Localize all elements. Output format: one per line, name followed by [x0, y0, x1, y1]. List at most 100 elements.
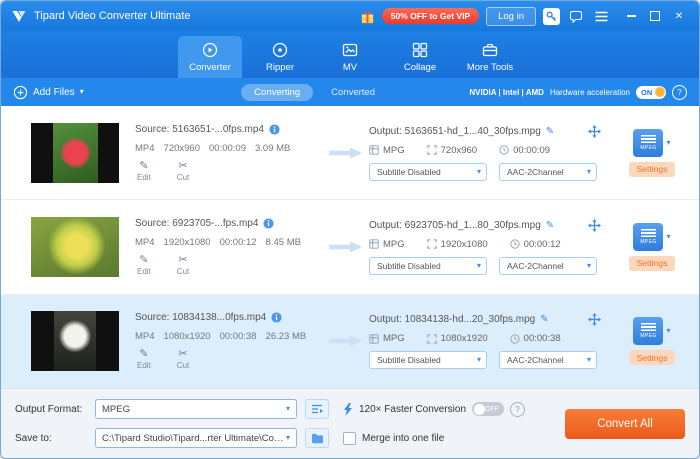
subtitle-dropdown[interactable]: Subtitle Disabled ▾ — [369, 256, 487, 275]
output-column: Output: 6923705-hd_1...80_30fps.mpg ✎ MP… — [369, 218, 609, 275]
add-files-button[interactable]: Add Files ▾ — [13, 85, 84, 100]
cut-button[interactable]: ✂ Cut — [177, 349, 189, 371]
convert-all-button[interactable]: Convert All — [565, 408, 685, 439]
settings-button[interactable]: Settings — [629, 255, 675, 271]
profile-format-icon: MPEG — [633, 317, 664, 346]
close-button[interactable]: ✕ — [669, 6, 689, 26]
profile-queue-button[interactable] — [305, 399, 329, 419]
convert-arrow-icon — [329, 334, 363, 348]
move-handle-icon[interactable] — [588, 218, 601, 232]
queue-switch: Converting Converted — [241, 83, 375, 101]
hardware-acceleration-toggle[interactable]: ON — [636, 85, 666, 99]
menu-hamburger-icon[interactable] — [592, 7, 610, 25]
source-format: MP4 — [135, 142, 155, 154]
edit-button[interactable]: ✎ Edit — [137, 254, 151, 276]
add-circle-icon — [13, 85, 28, 100]
toolbox-icon — [481, 41, 499, 59]
output-format-chip: MPG — [369, 239, 405, 250]
output-profile-button[interactable]: MPEG ▾ — [633, 222, 671, 251]
output-profile-button[interactable]: MPEG ▾ — [633, 317, 671, 346]
hw-help-icon[interactable]: ? — [672, 84, 687, 100]
merge-checkbox-group[interactable]: Merge into one file — [343, 431, 444, 445]
tab-more-tools[interactable]: More Tools — [458, 36, 522, 78]
chevron-down-icon: ▾ — [285, 404, 290, 413]
converting-tab[interactable]: Converting — [241, 83, 314, 101]
cut-button[interactable]: ✂ Cut — [177, 160, 189, 182]
video-thumbnail[interactable] — [31, 216, 119, 277]
source-duration: 00:00:12 — [219, 236, 257, 248]
edit-button[interactable]: ✎ Edit — [137, 349, 151, 371]
footer-bar: Output Format: MPEG ▾ 120× Faster Conver… — [1, 388, 699, 458]
maximize-button[interactable] — [645, 6, 665, 26]
faster-conversion-toggle[interactable]: OFF — [472, 402, 505, 416]
vip-promo-badge[interactable]: 50% OFF to Get VIP — [381, 8, 480, 24]
source-filename: Source: 10834138...0fps.mp4 — [135, 312, 267, 324]
settings-button[interactable]: Settings — [629, 161, 675, 177]
output-resolution-chip[interactable]: 1920x1080 — [426, 239, 488, 250]
output-duration-chip[interactable]: 00:00:12 — [510, 239, 561, 250]
file-row[interactable]: Source: 5163651-...0fps.mp4 MP4 720x960 … — [1, 106, 699, 201]
add-files-dropdown-icon[interactable]: ▾ — [80, 88, 84, 96]
info-icon[interactable] — [269, 124, 280, 135]
output-duration-chip[interactable]: 00:00:09 — [499, 145, 550, 156]
audio-track-dropdown[interactable]: AAC-2Channel ▾ — [499, 162, 597, 181]
move-handle-icon[interactable] — [588, 313, 601, 327]
profile-format-icon: MPEG — [633, 222, 664, 251]
clock-icon — [510, 334, 520, 344]
cut-button[interactable]: ✂ Cut — [177, 253, 189, 276]
output-column: Output: 5163651-hd_1...40_30fps.mpg ✎ MP… — [369, 124, 609, 181]
chevron-down-icon: ▾ — [476, 355, 481, 365]
video-thumbnail[interactable] — [31, 311, 119, 372]
rename-pencil-icon[interactable]: ✎ — [546, 220, 554, 231]
resolution-expand-icon — [426, 334, 437, 344]
info-icon[interactable] — [271, 312, 282, 323]
faster-help-icon[interactable]: ? — [510, 401, 526, 417]
faster-conversion-group: 120× Faster Conversion OFF ? — [343, 401, 526, 417]
profile-column: MPEG ▾ Settings — [613, 222, 691, 271]
output-resolution-chip[interactable]: 1080x1920 — [426, 333, 488, 344]
audio-track-dropdown[interactable]: AAC-2Channel ▾ — [499, 351, 597, 370]
app-logo-icon — [11, 8, 27, 24]
gift-icon[interactable] — [360, 9, 375, 24]
cut-scissors-icon: ✂ — [178, 253, 188, 266]
subtitle-dropdown[interactable]: Subtitle Disabled ▾ — [369, 351, 487, 370]
profile-dropdown-icon: ▾ — [666, 231, 671, 241]
output-format-dropdown[interactable]: MPEG ▾ — [95, 399, 297, 419]
subtitle-dropdown[interactable]: Subtitle Disabled ▾ — [369, 162, 487, 181]
rename-pencil-icon[interactable]: ✎ — [540, 314, 548, 325]
edit-button[interactable]: ✎ Edit — [137, 160, 151, 182]
audio-track-dropdown[interactable]: AAC-2Channel ▾ — [499, 256, 597, 275]
register-key-icon[interactable] — [543, 7, 560, 25]
output-resolution-chip[interactable]: 720x960 — [426, 145, 477, 156]
login-button[interactable]: Log in — [486, 6, 536, 26]
convert-arrow-icon — [329, 240, 363, 254]
move-handle-icon[interactable] — [588, 124, 601, 138]
video-thumbnail[interactable] — [31, 122, 119, 183]
save-to-dropdown[interactable]: C:\Tipard Studio\Tipard...rter Ultimate\… — [95, 428, 297, 448]
tab-converter[interactable]: Converter — [178, 36, 242, 78]
minimize-button[interactable] — [621, 6, 641, 26]
feedback-chat-icon[interactable] — [567, 7, 585, 25]
file-row[interactable]: Source: 10834138...0fps.mp4 MP4 1080x192… — [1, 294, 699, 388]
settings-button[interactable]: Settings — [629, 350, 675, 366]
file-row[interactable]: Source: 6923705-...fps.mp4 MP4 1920x1080… — [1, 200, 699, 295]
hardware-acceleration: NVIDIA | Intel | AMD Hardware accelerati… — [469, 84, 687, 100]
titlebar: Tipard Video Converter Ultimate 50% OFF … — [1, 1, 699, 31]
open-folder-button[interactable] — [305, 428, 329, 448]
main-tabbar: Converter Ripper MV Collage More Tools — [1, 31, 699, 78]
converted-tab[interactable]: Converted — [331, 87, 375, 98]
info-icon[interactable] — [263, 218, 274, 229]
merge-checkbox[interactable] — [343, 431, 356, 445]
resolution-expand-icon — [426, 239, 437, 250]
source-format: MP4 — [135, 236, 155, 248]
output-filename: Output: 5163651-hd_1...40_30fps.mpg — [369, 125, 541, 137]
tab-ripper[interactable]: Ripper — [248, 36, 312, 78]
source-filename: Source: 5163651-...0fps.mp4 — [135, 123, 264, 135]
tab-collage[interactable]: Collage — [388, 36, 452, 78]
tab-mv[interactable]: MV — [318, 36, 382, 78]
thumbnail-image — [54, 311, 96, 372]
output-profile-button[interactable]: MPEG ▾ — [633, 128, 671, 157]
rename-pencil-icon[interactable]: ✎ — [546, 126, 554, 137]
output-duration-chip[interactable]: 00:00:38 — [510, 333, 561, 344]
profile-dropdown-icon: ▾ — [666, 137, 671, 147]
